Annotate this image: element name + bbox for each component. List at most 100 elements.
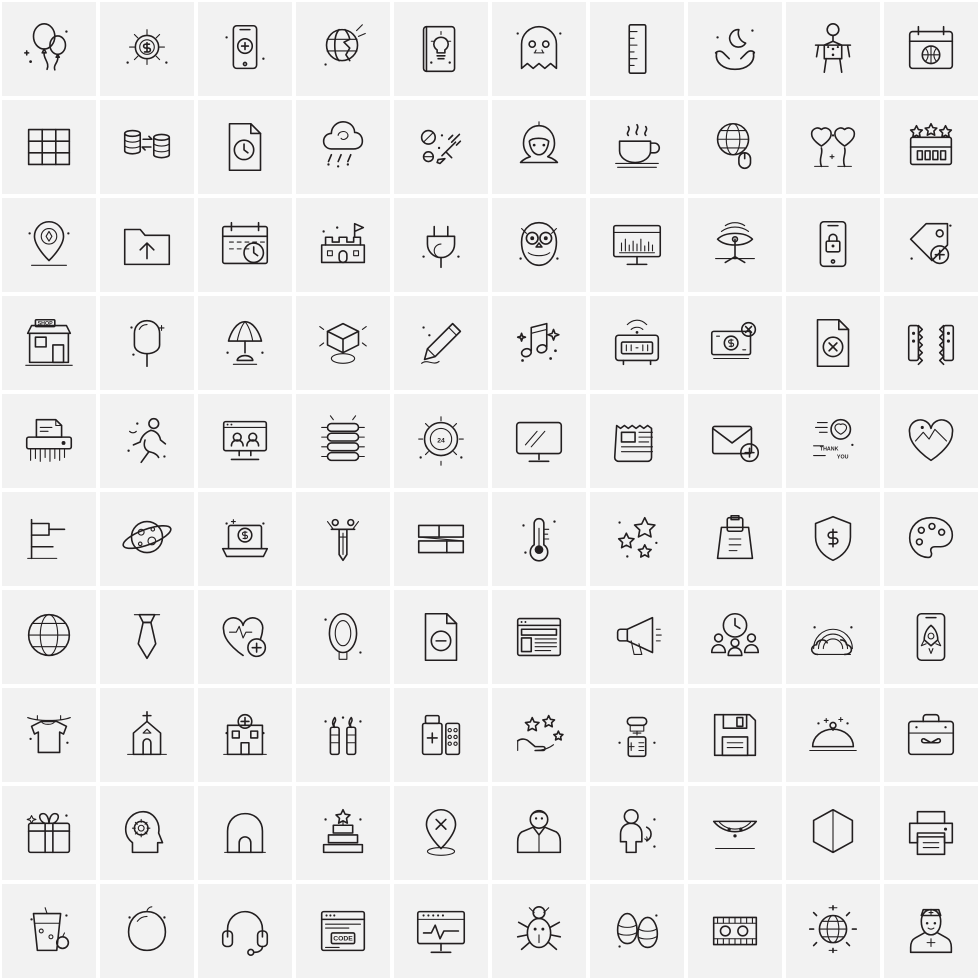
icon-cell-trophy-cake[interactable] xyxy=(294,784,392,882)
icon-cell-watermelon-slice[interactable] xyxy=(686,784,784,882)
icon-cell-ghost[interactable] xyxy=(490,0,588,98)
icon-cell-grid-window[interactable] xyxy=(0,98,98,196)
icon-cell-accordion[interactable] xyxy=(882,294,980,392)
icon-cell-layout-blocks[interactable] xyxy=(392,490,490,588)
icon-cell-heart-balloons[interactable] xyxy=(784,98,882,196)
icon-cell-location-pin-cancel[interactable] xyxy=(392,784,490,882)
icon-cell-hand-mirror[interactable] xyxy=(294,588,392,686)
icon-cell-mobile-add[interactable] xyxy=(196,0,294,98)
icon-cell-nurse[interactable] xyxy=(882,882,980,980)
icon-cell-web-layout[interactable] xyxy=(490,588,588,686)
icon-cell-hanging-shirt[interactable] xyxy=(0,686,98,784)
icon-cell-printer[interactable] xyxy=(882,784,980,882)
icon-cell-global-settings[interactable] xyxy=(784,882,882,980)
icon-cell-church[interactable] xyxy=(98,686,196,784)
icon-cell-hexagon[interactable] xyxy=(784,784,882,882)
icon-cell-basketball-calendar[interactable] xyxy=(882,0,980,98)
icon-cell-bug-virus[interactable] xyxy=(490,882,588,980)
icon-cell-dollar-coin-target[interactable] xyxy=(98,0,196,98)
icon-cell-supplement-jar[interactable] xyxy=(588,686,686,784)
icon-cell-briefcase-bow[interactable] xyxy=(882,686,980,784)
icon-cell-coins-exchange[interactable] xyxy=(98,98,196,196)
icon-cell-heart-mountain[interactable] xyxy=(882,392,980,490)
icon-cell-document-clock[interactable] xyxy=(196,98,294,196)
icon-cell-team-schedule[interactable] xyxy=(686,588,784,686)
icon-cell-calendar-clock[interactable] xyxy=(196,196,294,294)
icon-cell-mobile-rocket[interactable] xyxy=(882,588,980,686)
icon-cell-person-turn-arrow[interactable] xyxy=(588,784,686,882)
icon-cell-balloons[interactable] xyxy=(0,0,98,98)
icon-cell-file-remove[interactable] xyxy=(392,588,490,686)
icon-cell-businessman[interactable] xyxy=(490,784,588,882)
icon-cell-clipboard-bag[interactable] xyxy=(686,490,784,588)
icon-cell-mail-add[interactable] xyxy=(686,392,784,490)
icon-cell-pen-writing[interactable] xyxy=(392,294,490,392)
icon-cell-newspaper[interactable] xyxy=(588,392,686,490)
icon-cell-thank-you-card[interactable]: THANK YOU xyxy=(784,392,882,490)
icon-cell-paint-palette[interactable] xyxy=(882,490,980,588)
icon-cell-floppy-disk[interactable] xyxy=(686,686,784,784)
icon-cell-broken-globe[interactable] xyxy=(294,0,392,98)
icon-cell-folder-upload[interactable] xyxy=(98,196,196,294)
icon-cell-globe-mouse[interactable] xyxy=(686,98,784,196)
icon-cell-necktie[interactable] xyxy=(98,588,196,686)
icon-cell-cold-drink-glass[interactable] xyxy=(0,882,98,980)
icon-cell-3d-cube[interactable] xyxy=(294,294,392,392)
icon-cell-pills-syringe[interactable] xyxy=(392,98,490,196)
icon-cell-rainbow-cloud[interactable] xyxy=(784,588,882,686)
icon-cell-running-athlete[interactable] xyxy=(98,392,196,490)
icon-cell-caterpillar[interactable] xyxy=(294,392,392,490)
icon-cell-dog-house[interactable] xyxy=(196,784,294,882)
icon-cell-flag-corner[interactable] xyxy=(0,490,98,588)
icon-cell-sword[interactable] xyxy=(294,490,392,588)
icon-cell-wireless-alarm-clock[interactable] xyxy=(588,294,686,392)
icon-cell-rating-stars-box[interactable] xyxy=(882,98,980,196)
icon-cell-monitor-chart[interactable] xyxy=(588,196,686,294)
icon-cell-hooded-figure[interactable] xyxy=(490,98,588,196)
icon-cell-hand-stars-rating[interactable] xyxy=(490,686,588,784)
icon-cell-table-lamp[interactable] xyxy=(196,294,294,392)
icon-cell-mind-gear[interactable] xyxy=(98,784,196,882)
icon-cell-shop-storefront[interactable]: SHOP xyxy=(0,294,98,392)
icon-cell-code-window[interactable]: CODE xyxy=(294,882,392,980)
icon-cell-lemon[interactable] xyxy=(98,882,196,980)
icon-cell-24-hours-service[interactable]: 24 xyxy=(392,392,490,490)
icon-cell-castle-flag[interactable] xyxy=(294,196,392,294)
icon-cell-file-delete[interactable] xyxy=(784,294,882,392)
icon-cell-medicine-bottle[interactable] xyxy=(392,686,490,784)
icon-cell-music-notes[interactable] xyxy=(490,294,588,392)
icon-cell-easter-eggs[interactable] xyxy=(588,882,686,980)
icon-cell-hospital-building[interactable] xyxy=(196,686,294,784)
icon-cell-power-plug[interactable] xyxy=(392,196,490,294)
icon-cell-money-no-cash[interactable] xyxy=(686,294,784,392)
icon-cell-ruler[interactable] xyxy=(588,0,686,98)
icon-cell-desktop-monitor[interactable] xyxy=(490,392,588,490)
icon-cell-tag-add[interactable] xyxy=(882,196,980,294)
icon-cell-stars-sparkle[interactable] xyxy=(588,490,686,588)
icon-cell-thermometer[interactable] xyxy=(490,490,588,588)
icon-cell-gift-box[interactable] xyxy=(0,784,98,882)
icon-cell-satellite-dish[interactable] xyxy=(686,196,784,294)
icon-cell-ice-cream[interactable] xyxy=(98,294,196,392)
icon-cell-owl[interactable] xyxy=(490,196,588,294)
icon-cell-monitor-waveform[interactable] xyxy=(392,882,490,980)
icon-cell-body-acupuncture[interactable] xyxy=(784,0,882,98)
icon-cell-hands-moon[interactable] xyxy=(686,0,784,98)
icon-cell-mobile-lock[interactable] xyxy=(784,196,882,294)
icon-cell-megaphone[interactable] xyxy=(588,588,686,686)
icon-cell-heart-health-add[interactable] xyxy=(196,588,294,686)
icon-cell-rain-cloud-swirl[interactable] xyxy=(294,98,392,196)
icon-cell-globe-wireframe[interactable] xyxy=(0,588,98,686)
icon-cell-planet[interactable] xyxy=(98,490,196,588)
icon-cell-location-pin-leaf[interactable] xyxy=(0,196,98,294)
icon-cell-dollar-shield[interactable] xyxy=(784,490,882,588)
icon-cell-laptop-money[interactable] xyxy=(196,490,294,588)
icon-cell-idea-book[interactable] xyxy=(392,0,490,98)
icon-cell-online-meeting[interactable] xyxy=(196,392,294,490)
icon-cell-hot-coffee-cup[interactable] xyxy=(588,98,686,196)
icon-cell-candles[interactable] xyxy=(294,686,392,784)
icon-cell-paper-shredder[interactable] xyxy=(0,392,98,490)
icon-cell-headset-support[interactable] xyxy=(196,882,294,980)
icon-cell-camera-roll[interactable] xyxy=(686,882,784,980)
icon-cell-food-cloche[interactable] xyxy=(784,686,882,784)
